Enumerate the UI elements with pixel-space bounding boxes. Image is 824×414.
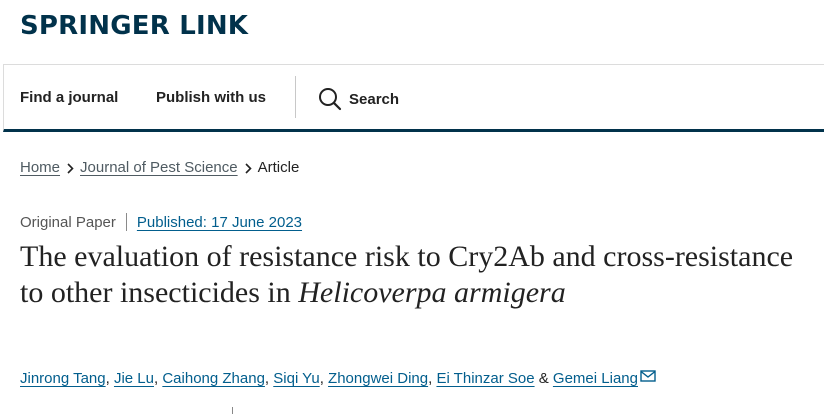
chevron-right-icon [238,159,258,176]
author-link[interactable]: Jie Lu [114,370,154,387]
breadcrumb-current: Article [257,159,300,176]
breadcrumb: Home Journal of Pest Science Article [20,159,299,176]
author-link[interactable]: Gemei Liang [553,370,638,387]
author-link[interactable]: Zhongwei Ding [328,370,428,387]
author-link[interactable]: Ei Thinzar Soe [436,370,534,387]
meta-divider [125,213,127,231]
find-journal-link[interactable]: Find a journal [20,89,118,106]
author-last-separator: & [538,370,549,387]
article-type: Original Paper [20,213,116,231]
author-link[interactable]: Siqi Yu [273,370,319,387]
author-separator: , [264,370,270,387]
breadcrumb-home[interactable]: Home [20,159,60,176]
author-link[interactable]: Caihong Zhang [162,370,265,387]
article-title-species: Helicoverpa armigera [298,276,566,309]
search-icon [319,88,342,111]
author-separator: , [105,370,110,387]
search-button[interactable]: Search [318,87,399,111]
article-title: The evaluation of resistance risk to Cry… [20,239,810,311]
published-date-link[interactable]: Published: 17 June 2023 [137,214,302,231]
author-separator: , [428,370,433,387]
springer-link-logo[interactable]: SPRINGER LINK [20,11,248,41]
author-separator: , [319,370,324,387]
chevron-right-icon [60,159,80,176]
breadcrumb-journal[interactable]: Journal of Pest Science [80,159,238,176]
article-meta: Original Paper Published: 17 June 2023 [20,213,302,231]
divider-line [232,407,233,414]
author-separator: , [154,370,159,387]
mail-icon[interactable] [640,370,656,382]
author-list: Jinrong Tang, Jie Lu, Caihong Zhang, Siq… [20,370,656,387]
author-link[interactable]: Jinrong Tang [20,370,106,387]
publish-with-us-link[interactable]: Publish with us [156,89,266,106]
search-label: Search [349,90,400,108]
site-header: SPRINGER LINK [0,0,824,64]
nav-divider [295,76,296,118]
main-navigation: Find a journal Publish with us Search [3,64,824,132]
